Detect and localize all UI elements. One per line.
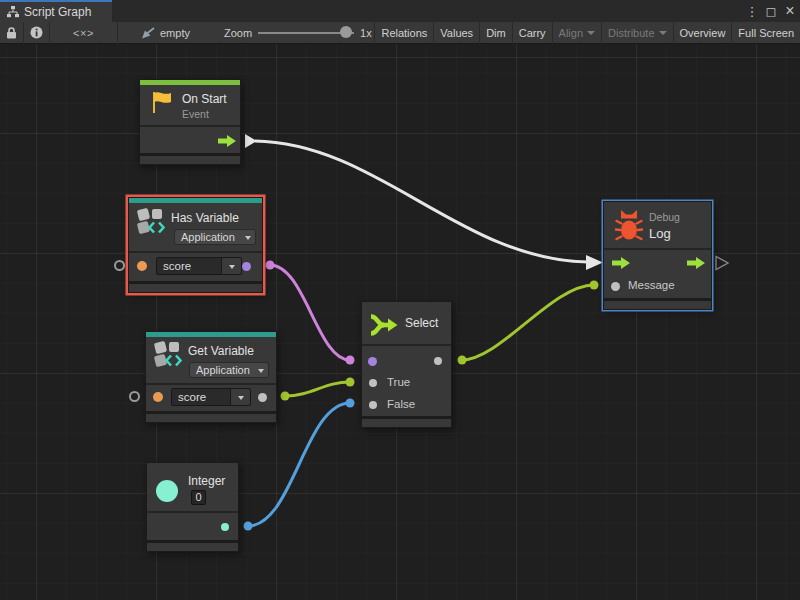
tab-bar: Script Graph ⋮ ◻ × <box>0 0 800 22</box>
script-graph-window: Script Graph ⋮ ◻ × <×> <box>0 0 800 600</box>
node-subtitle: Event <box>182 108 209 120</box>
zoom-slider[interactable] <box>258 32 354 34</box>
true-input-port[interactable] <box>369 379 377 387</box>
node-title: Integer <box>188 474 225 488</box>
node-title: Log <box>649 226 671 241</box>
message-label: Message <box>628 279 675 291</box>
zoom-label: Zoom <box>224 27 252 39</box>
node-get-variable[interactable]: Get Variable Application score <box>145 331 277 423</box>
socket-button[interactable]: <×> <box>50 22 118 44</box>
integer-output-port[interactable] <box>221 523 229 531</box>
overview-button[interactable]: Overview <box>674 22 733 44</box>
true-label: True <box>387 376 410 388</box>
integer-icon <box>156 480 178 502</box>
carry-button[interactable]: Carry <box>513 22 553 44</box>
node-has-variable[interactable]: Has Variable Application score <box>128 197 263 293</box>
wire-select-to-log[interactable] <box>462 285 594 360</box>
selection-output-port[interactable] <box>434 357 442 365</box>
flow-input-port[interactable] <box>612 257 630 269</box>
bool-output-port[interactable] <box>242 262 251 271</box>
variable-name-port[interactable] <box>137 261 147 271</box>
node-surtitle: Debug <box>649 211 680 223</box>
graph-icon <box>7 6 19 18</box>
node-title: Select <box>405 316 438 330</box>
flow-output-port[interactable] <box>218 135 236 147</box>
node-integer[interactable]: Integer 0 <box>146 462 239 552</box>
toolbar: <×> empty Zoom 1x Relations Values Dim C… <box>0 22 800 44</box>
flag-icon <box>149 89 175 115</box>
tab-script-graph[interactable]: Script Graph <box>0 0 112 22</box>
align-button[interactable]: Align <box>553 22 602 44</box>
unconnected-input-port[interactable] <box>114 260 125 271</box>
wire-start-arrow <box>245 134 257 148</box>
variable-name-field[interactable]: score <box>171 388 251 406</box>
graph-pointer-icon <box>140 26 156 40</box>
variable-icon <box>138 208 166 236</box>
close-icon[interactable]: × <box>783 2 797 20</box>
bug-icon <box>615 210 643 241</box>
node-on-start[interactable]: On Start Event <box>139 79 241 165</box>
message-input-port[interactable] <box>611 282 620 291</box>
selector-input-port[interactable] <box>368 357 377 366</box>
false-input-port[interactable] <box>369 401 377 409</box>
variable-dropdown-button[interactable] <box>221 258 241 274</box>
values-button[interactable]: Values <box>434 22 480 44</box>
info-button[interactable] <box>24 22 50 44</box>
wire-getvariable-to-select[interactable] <box>285 382 350 396</box>
node-title: On Start <box>182 92 227 106</box>
wire-end-arrow <box>586 255 603 270</box>
dim-button[interactable]: Dim <box>480 22 513 44</box>
node-debug-log[interactable]: Debug Log Message <box>603 201 712 310</box>
variable-name-field[interactable]: score <box>156 257 242 275</box>
distribute-button[interactable]: Distribute <box>602 22 673 44</box>
wire-hasvariable-to-select[interactable] <box>270 265 350 360</box>
info-icon <box>30 26 43 39</box>
scope-dropdown[interactable]: Application <box>189 362 269 378</box>
tab-title: Script Graph <box>24 5 91 19</box>
fullscreen-button[interactable]: Full Screen <box>732 22 800 44</box>
flow-output-port[interactable] <box>687 257 705 269</box>
carry-arrow-outline <box>716 257 728 270</box>
node-select[interactable]: Select True False <box>361 301 452 428</box>
zoom-value: 1x <box>360 27 372 39</box>
lock-button[interactable] <box>0 22 24 44</box>
socket-label: <×> <box>73 27 94 39</box>
value-output-port[interactable] <box>258 393 267 402</box>
integer-value-field[interactable]: 0 <box>191 490 206 505</box>
wire-onstart-to-log[interactable] <box>255 141 588 262</box>
lock-icon <box>6 27 17 39</box>
node-title: Get Variable <box>188 344 254 358</box>
false-label: False <box>387 398 415 410</box>
unconnected-input-port[interactable] <box>129 391 140 402</box>
select-icon <box>370 314 398 336</box>
relations-button[interactable]: Relations <box>374 22 434 44</box>
menu-icon[interactable]: ⋮ <box>745 4 759 19</box>
graph-pointer-label: empty <box>160 27 190 39</box>
maximize-icon[interactable]: ◻ <box>764 4 778 19</box>
zoom-slider-knob[interactable] <box>340 26 352 38</box>
variable-dropdown-button[interactable] <box>230 389 250 405</box>
variable-name-port[interactable] <box>153 392 163 402</box>
graph-canvas[interactable]: On Start Event Has Variable Appl <box>0 44 800 600</box>
node-title: Has Variable <box>171 211 239 225</box>
variable-icon <box>155 341 183 369</box>
scope-dropdown[interactable]: Application <box>174 229 256 245</box>
